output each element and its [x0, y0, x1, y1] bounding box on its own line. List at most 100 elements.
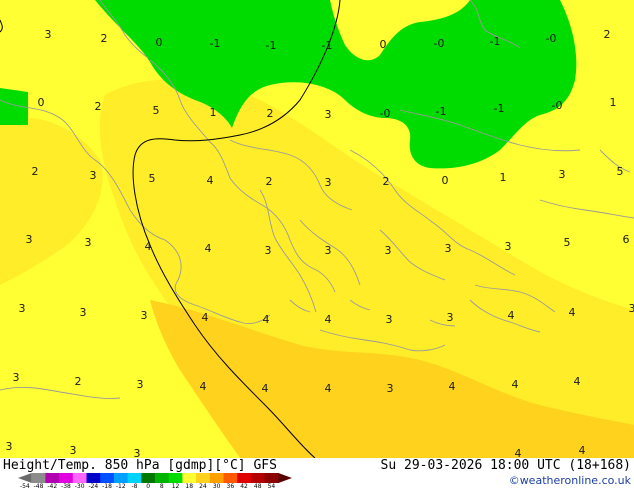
contour-label: 3	[505, 240, 512, 253]
map-title: Height/Temp. 850 hPa [gdmp][°C] GFS	[3, 458, 277, 473]
color-scale-swatch	[59, 473, 73, 483]
contour-label: 3	[85, 236, 92, 249]
contour-label: 0	[442, 174, 449, 187]
contour-label: 4	[262, 382, 269, 395]
color-scale-swatch	[182, 473, 196, 483]
contour-label: 3	[141, 309, 148, 322]
weather-map: 320-1-1-10-0-1-02025123-0-1-1-0123542320…	[0, 0, 634, 458]
contour-label: 3	[70, 444, 77, 457]
contour-label: 4	[325, 313, 332, 326]
contour-label: 0	[38, 96, 45, 109]
contour-label: 6	[623, 233, 630, 246]
contour-label: 3	[386, 313, 393, 326]
contour-label: 5	[564, 236, 571, 249]
color-scale-tick: -38	[61, 483, 71, 490]
contour-label: -1	[490, 35, 501, 48]
contour-label: 4	[200, 380, 207, 393]
color-scale-swatch	[32, 473, 46, 483]
contour-label: 3	[26, 233, 33, 246]
contour-label: 4	[449, 380, 456, 393]
color-scale-tick: -54	[20, 483, 30, 490]
contour-label: -0	[434, 37, 445, 50]
contour-label: 2	[101, 32, 108, 45]
contour-label: -1	[436, 105, 447, 118]
color-scale-tick: -18	[102, 483, 112, 490]
forecast-datetime: Su 29-03-2026 18:00 UTC (18+168)	[381, 458, 631, 473]
color-scale-tick: -8	[131, 483, 137, 490]
contour-label: -1	[494, 102, 505, 115]
color-scale-swatch	[196, 473, 210, 483]
color-scale-tick: 0	[146, 483, 150, 490]
color-scale-swatch	[100, 473, 114, 483]
contour-label: 3	[90, 169, 97, 182]
contour-label: 4	[579, 444, 586, 457]
color-scale-tick: 36	[227, 483, 235, 490]
contour-label: 3	[387, 382, 394, 395]
contour-label: -0	[380, 107, 391, 120]
contour-label: 4	[325, 382, 332, 395]
color-scale-tick: 54	[268, 483, 276, 490]
contour-label: 4	[569, 306, 576, 319]
color-scale-swatch	[155, 473, 169, 483]
contour-label: 3	[45, 28, 52, 41]
contour-label: 4	[512, 378, 519, 391]
contour-label: 3	[629, 302, 634, 315]
contour-label: 0	[380, 38, 387, 51]
contour-label: 3	[445, 242, 452, 255]
color-scale-swatch	[45, 473, 59, 483]
color-scale-swatch	[169, 473, 183, 483]
color-scale-tick: 12	[172, 483, 180, 490]
contour-label: 3	[137, 378, 144, 391]
color-scale-swatch	[237, 473, 251, 483]
color-scale-tick: 18	[185, 483, 193, 490]
contour-label: -0	[552, 99, 563, 112]
contour-label: -0	[546, 32, 557, 45]
contour-label: 2	[266, 175, 273, 188]
map-canvas: 320-1-1-10-0-1-02025123-0-1-1-0123542320…	[0, 0, 634, 458]
map-footer: Height/Temp. 850 hPa [gdmp][°C] GFS Su 2…	[0, 458, 634, 490]
color-scale-swatch	[87, 473, 101, 483]
color-scale-swatch	[18, 473, 32, 483]
contour-label: 4	[202, 311, 209, 324]
contour-label: 4	[205, 242, 212, 255]
contour-label: 2	[267, 107, 274, 120]
contour-label: 4	[508, 309, 515, 322]
color-scale-swatch	[224, 473, 238, 483]
contour-label: 3	[19, 302, 26, 315]
contour-label: 2	[32, 165, 39, 178]
contour-label: 0	[156, 36, 163, 49]
contour-label: 1	[610, 96, 617, 109]
contour-label: 1	[210, 106, 217, 119]
color-scale-tick: -24	[88, 483, 98, 490]
color-scale-tick: 30	[213, 483, 221, 490]
color-scale-tick: -12	[116, 483, 126, 490]
color-scale-tick: 8	[160, 483, 164, 490]
contour-label: -1	[322, 39, 333, 52]
contour-label: 5	[153, 104, 160, 117]
color-scale-tick: 42	[240, 483, 248, 490]
contour-label: 5	[149, 172, 156, 185]
contour-label: 2	[75, 375, 82, 388]
contour-label: 3	[265, 244, 272, 257]
contour-label: 3	[385, 244, 392, 257]
color-scale-tick: 48	[254, 483, 262, 490]
contour-label: 4	[145, 240, 152, 253]
contour-label: 4	[263, 313, 270, 326]
contour-label: 2	[95, 100, 102, 113]
credit-link[interactable]: ©weatheronline.co.uk	[509, 474, 631, 487]
contour-label: 1	[500, 171, 507, 184]
color-scale-swatch	[73, 473, 87, 483]
contour-label: 2	[383, 175, 390, 188]
contour-label: 3	[447, 311, 454, 324]
color-scale-swatch	[251, 473, 265, 483]
color-scale-swatch	[141, 473, 155, 483]
color-scale-swatch	[265, 473, 279, 483]
color-scale-swatch	[128, 473, 142, 483]
contour-label: -1	[266, 39, 277, 52]
contour-label: 2	[604, 28, 611, 41]
color-scale-tick: 24	[199, 483, 207, 490]
contour-label: 3	[325, 244, 332, 257]
contour-label: 3	[134, 447, 141, 458]
color-scale-tick: -48	[34, 483, 44, 490]
contour-label: 3	[80, 306, 87, 319]
